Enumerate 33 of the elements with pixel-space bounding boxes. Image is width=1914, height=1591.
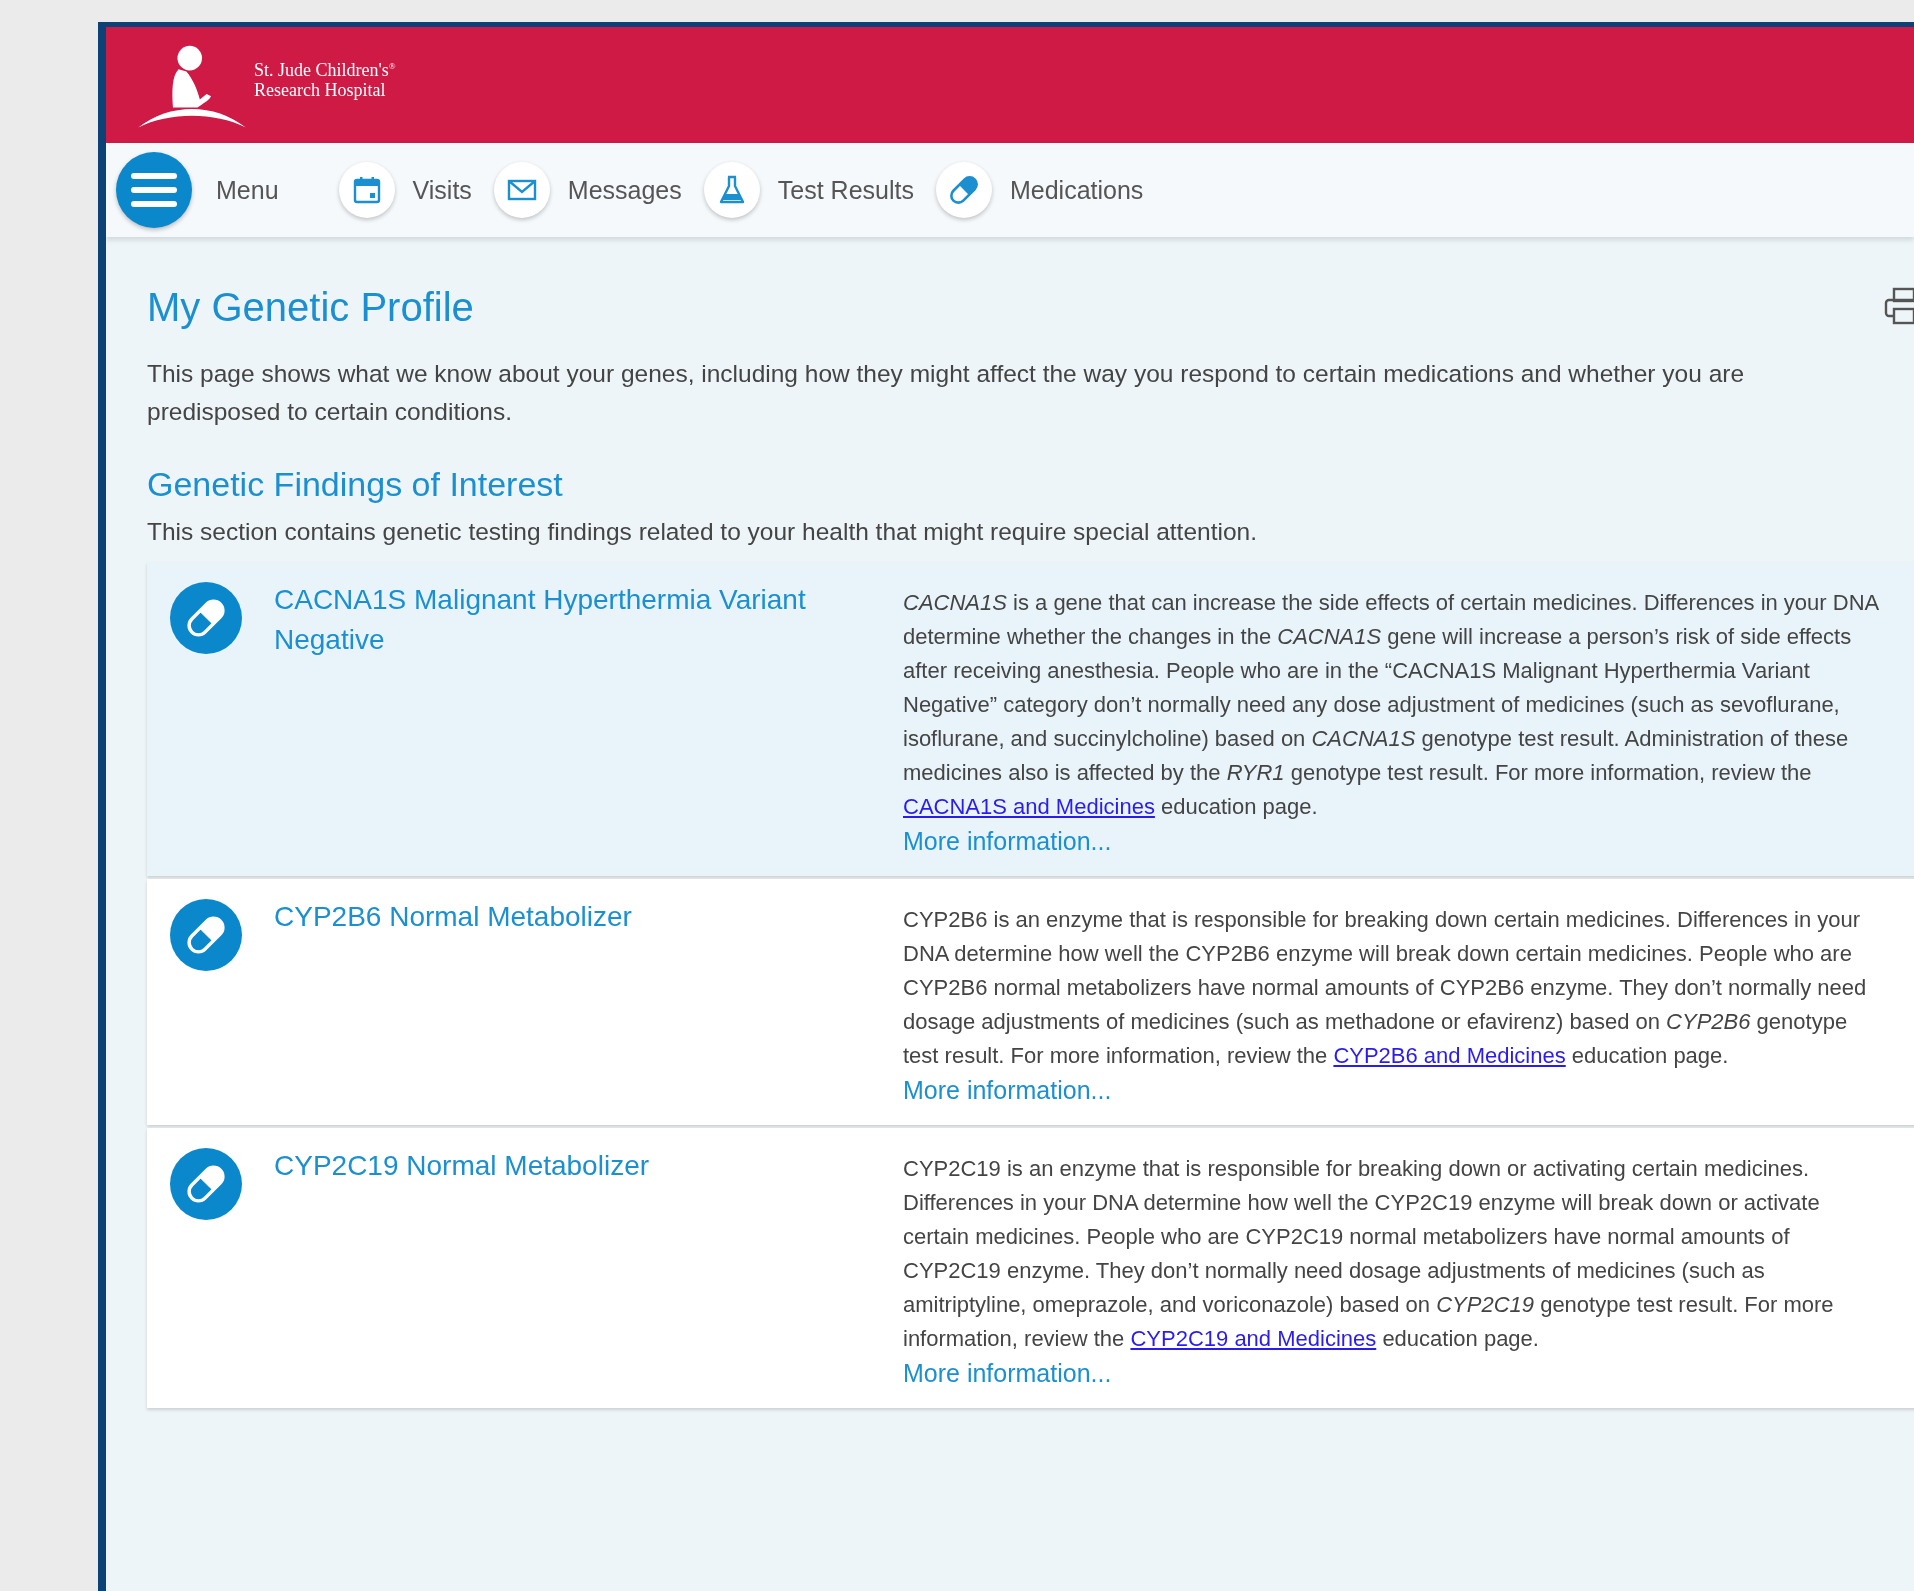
section-heading: Genetic Findings of Interest xyxy=(147,465,564,504)
page-title: My Genetic Profile xyxy=(147,284,474,330)
section-description: This section contains genetic testing findings related to your health that might require special attention. xyxy=(147,518,1258,546)
nav-link[interactable]: Visits xyxy=(338,162,472,218)
finding-title[interactable]: CYP2B6 Normal Metabolizer xyxy=(274,897,884,937)
finding-description: CYP2B6 is an enzyme that is responsible for breaking down certain medicines. Differences in your DNA determine how well the CYP2B6 enzyme will break down certain medicines. People who are CYP2B6 normal metabolizers have normal amounts of CYP2B6 enzyme. They don’t normally need dosage adjustments of medicines (such as methadone or efavirenz) based on CYP2B6 genotype test result. For more information, review the CYP2B6 and Medicines education page. xyxy=(903,906,1868,1070)
more-information-link[interactable]: More information... xyxy=(903,1356,1112,1390)
logo-text: Research Hospital xyxy=(254,80,387,100)
calendar-icon xyxy=(338,162,395,218)
nav-label: Test Results xyxy=(777,175,914,205)
education-link[interactable]: CYP2C19 and Medicines xyxy=(1130,1326,1377,1351)
education-link[interactable]: CACNA1S and Medicines xyxy=(903,794,1155,819)
mail-icon xyxy=(493,162,550,218)
logo-text: St. Jude Children's$^{®}$ xyxy=(254,59,396,80)
finding-description: CACNA1S is a gene that can increase the side effects of certain medicines. Differences in your DNA determine whether the changes in the CACNA1S gene will increase a person’s risk of side effects after receiving anesthesia. People who are in the “CACNA1S Malignant Hyperthermia Variant Negative” category don’t normally need any dose adjustment of medicines (such as sevoflurane, isoflurane, and succinylcholine) based on CACNA1S genotype test result. Administration of these medicines also is affected by the RYR1 genotype test result. For more information, review the CACNA1S and Medicines education page. xyxy=(903,589,1880,821)
nav-link[interactable]: Medications xyxy=(935,162,1144,218)
nav-label: Menu xyxy=(216,175,279,205)
pills-icon xyxy=(935,162,992,218)
finding-description: CYP2C19 is an enzyme that is responsible for breaking down or activating certain medicines. Differences in your DNA determine how well the CYP2C19 enzyme will break down or activate certain medicines. People who are CYP2C19 normal metabolizers have normal amounts of CYP2C19 enzyme. They don’t normally need dosage adjustments of medicines (such as amitriptyline, omeprazole, and voriconazole) based on CYP2C19 genotype test result. For more information, review the CYP2C19 and Medicines education page. xyxy=(903,1155,1835,1353)
print-icon[interactable] xyxy=(1884,287,1914,327)
flask-icon xyxy=(703,162,760,218)
nav-menu-button[interactable]: Menu xyxy=(116,152,279,228)
finding-title[interactable]: CYP2C19 Normal Metabolizer xyxy=(274,1146,884,1186)
nav-label: Messages xyxy=(567,175,682,205)
nav-label: Medications xyxy=(1009,175,1144,205)
nav-link[interactable]: Test Results xyxy=(703,162,914,218)
intro-text: This page shows what we know about your genes, including how they might affect the way you respond to certain medications and whether you are predisposed to certain conditions. xyxy=(147,359,1746,427)
more-information-link[interactable]: More information... xyxy=(903,1073,1112,1107)
nav-label: Visits xyxy=(412,175,472,205)
hospital-logo[interactable]: St. Jude Children's$^{®}$ Research Hospital xyxy=(136,40,396,130)
menu-icon xyxy=(116,152,192,228)
education-link[interactable]: CYP2B6 and Medicines xyxy=(1333,1043,1566,1068)
nav-link[interactable]: Messages xyxy=(493,162,682,218)
